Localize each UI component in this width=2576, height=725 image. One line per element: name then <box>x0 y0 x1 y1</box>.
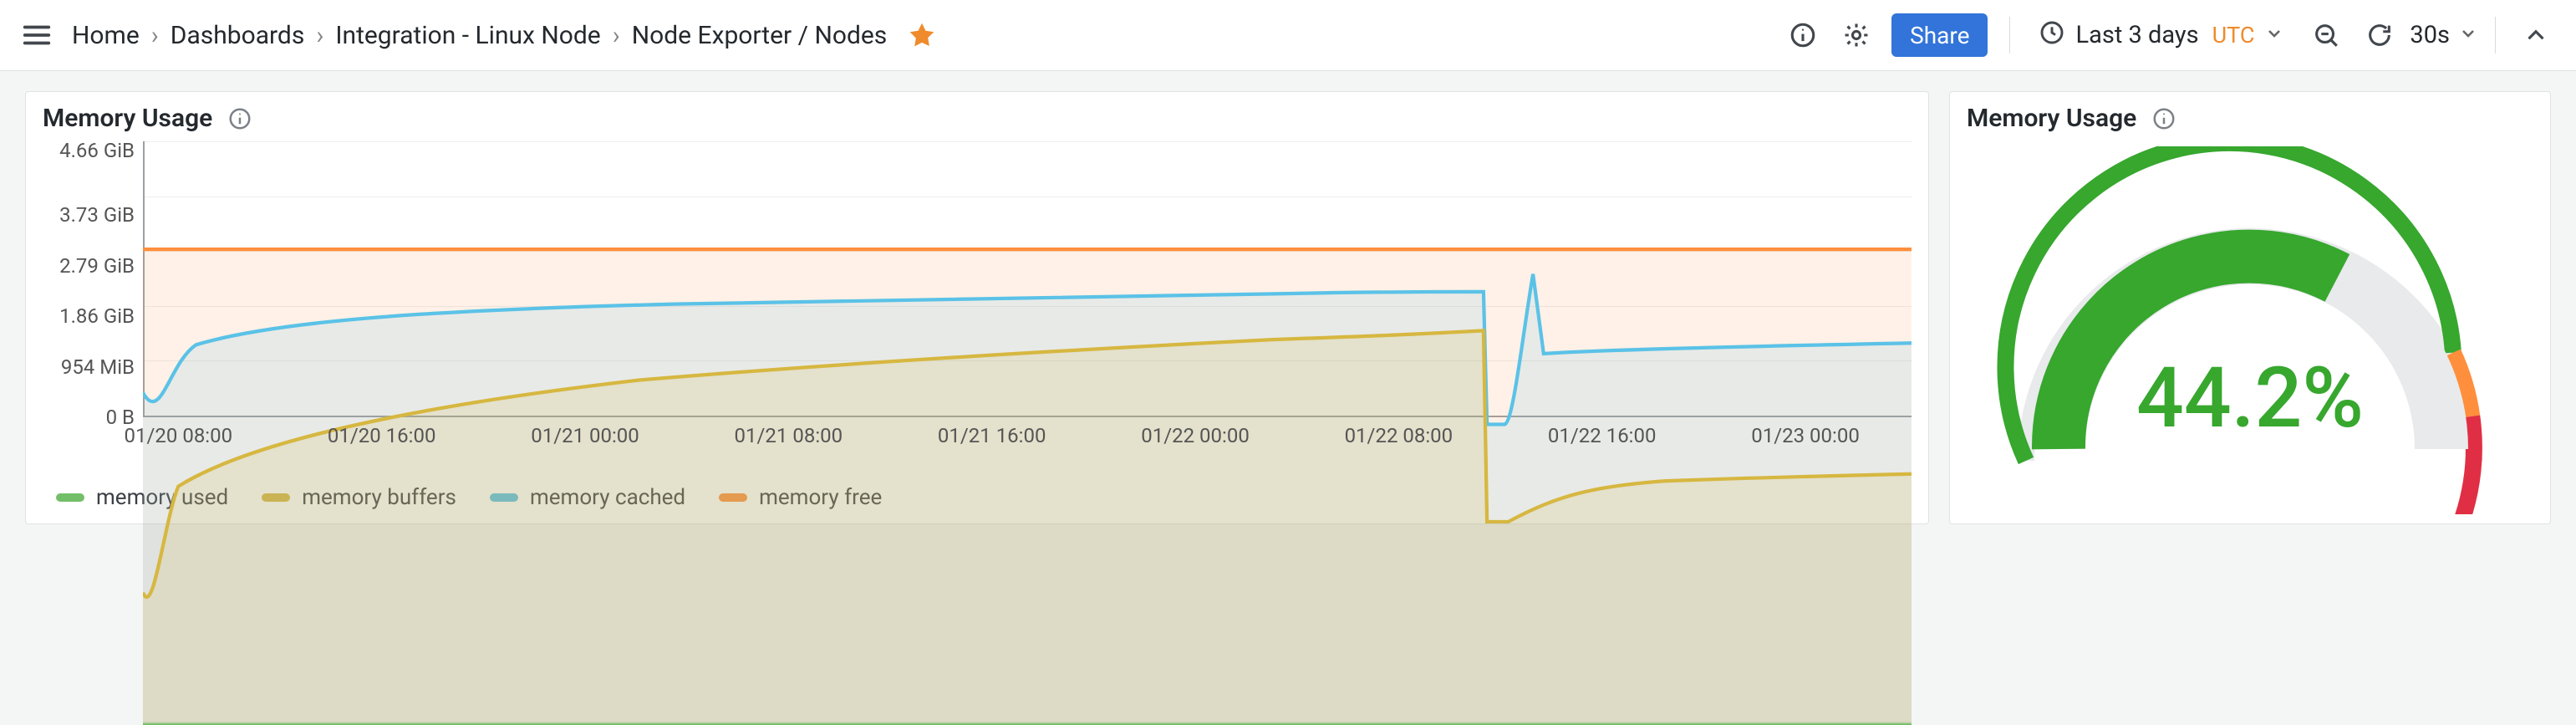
y-tick: 2.79 GiB <box>43 254 143 278</box>
collapse-row-icon[interactable] <box>2512 12 2559 59</box>
clock-icon <box>2039 19 2065 52</box>
gauge-value: 44.2% <box>1983 350 2517 447</box>
timezone-badge: UTC <box>2212 22 2255 49</box>
x-tick: 01/21 16:00 <box>938 424 1046 447</box>
panel-title: Memory Usage <box>43 104 212 133</box>
info-icon[interactable] <box>227 106 252 131</box>
timeseries-body: 4.66 GiB 3.73 GiB 2.79 GiB 1.86 GiB 954 … <box>26 136 1928 480</box>
breadcrumb-home[interactable]: Home <box>72 21 140 50</box>
x-tick: 01/23 00:00 <box>1751 424 1860 447</box>
breadcrumb-dashboards[interactable]: Dashboards <box>171 21 305 50</box>
panel-title: Memory Usage <box>1967 104 2136 133</box>
y-axis: 4.66 GiB 3.73 GiB 2.79 GiB 1.86 GiB 954 … <box>43 141 143 417</box>
refresh-interval-label: 30s <box>2410 21 2450 49</box>
chevron-right-icon: › <box>316 21 323 50</box>
y-tick: 954 MiB <box>43 355 143 379</box>
star-icon[interactable] <box>907 20 937 50</box>
breadcrumb-folder[interactable]: Integration - Linux Node <box>335 21 600 50</box>
x-tick: 01/22 16:00 <box>1548 424 1657 447</box>
y-tick: 3.73 GiB <box>43 203 143 227</box>
x-tick: 01/21 08:00 <box>735 424 843 447</box>
x-tick: 01/20 16:00 <box>328 424 436 447</box>
topbar: Home › Dashboards › Integration - Linux … <box>0 0 2576 71</box>
legend-swatch <box>56 493 84 502</box>
refresh-button[interactable] <box>2356 12 2403 59</box>
breadcrumb: Home › Dashboards › Integration - Linux … <box>72 20 937 50</box>
gauge-body[interactable]: 44.2% <box>1950 136 2550 523</box>
panel-memory-timeseries: Memory Usage 4.66 GiB 3.73 GiB 2.79 GiB … <box>25 91 1929 524</box>
y-tick: 4.66 GiB <box>43 139 143 162</box>
panel-header[interactable]: Memory Usage <box>26 92 1928 136</box>
x-tick: 01/22 00:00 <box>1141 424 1250 447</box>
chevron-right-icon: › <box>151 21 159 50</box>
refresh-interval-picker[interactable]: 30s <box>2410 21 2478 49</box>
chevron-right-icon: › <box>613 21 620 50</box>
panels-row: Memory Usage 4.66 GiB 3.73 GiB 2.79 GiB … <box>0 71 2576 528</box>
timeseries-plot[interactable]: 4.66 GiB 3.73 GiB 2.79 GiB 1.86 GiB 954 … <box>143 141 1912 417</box>
settings-icon[interactable] <box>1833 12 1880 59</box>
menu-toggle[interactable] <box>15 13 59 57</box>
panel-memory-gauge: Memory Usage <box>1949 91 2551 524</box>
panel-header[interactable]: Memory Usage <box>1950 92 2550 136</box>
divider <box>2009 17 2010 54</box>
breadcrumb-current[interactable]: Node Exporter / Nodes <box>632 21 888 50</box>
time-range-picker[interactable]: Last 3 days UTC <box>2027 12 2296 59</box>
divider <box>2495 17 2496 54</box>
x-tick: 01/22 08:00 <box>1345 424 1453 447</box>
info-icon[interactable] <box>2151 106 2176 131</box>
chevron-down-icon <box>2458 22 2478 49</box>
x-tick: 01/20 08:00 <box>125 424 233 447</box>
x-tick: 01/21 00:00 <box>531 424 639 447</box>
time-range-label: Last 3 days <box>2075 21 2198 49</box>
x-axis: 01/20 08:00 01/20 16:00 01/21 00:00 01/2… <box>143 417 1912 457</box>
chevron-down-icon <box>2264 22 2284 49</box>
y-tick: 1.86 GiB <box>43 304 143 328</box>
gauge: 44.2% <box>1983 146 2517 514</box>
share-button[interactable]: Share <box>1891 13 1988 57</box>
zoom-out-button[interactable] <box>2303 12 2349 59</box>
info-icon[interactable] <box>1779 12 1826 59</box>
